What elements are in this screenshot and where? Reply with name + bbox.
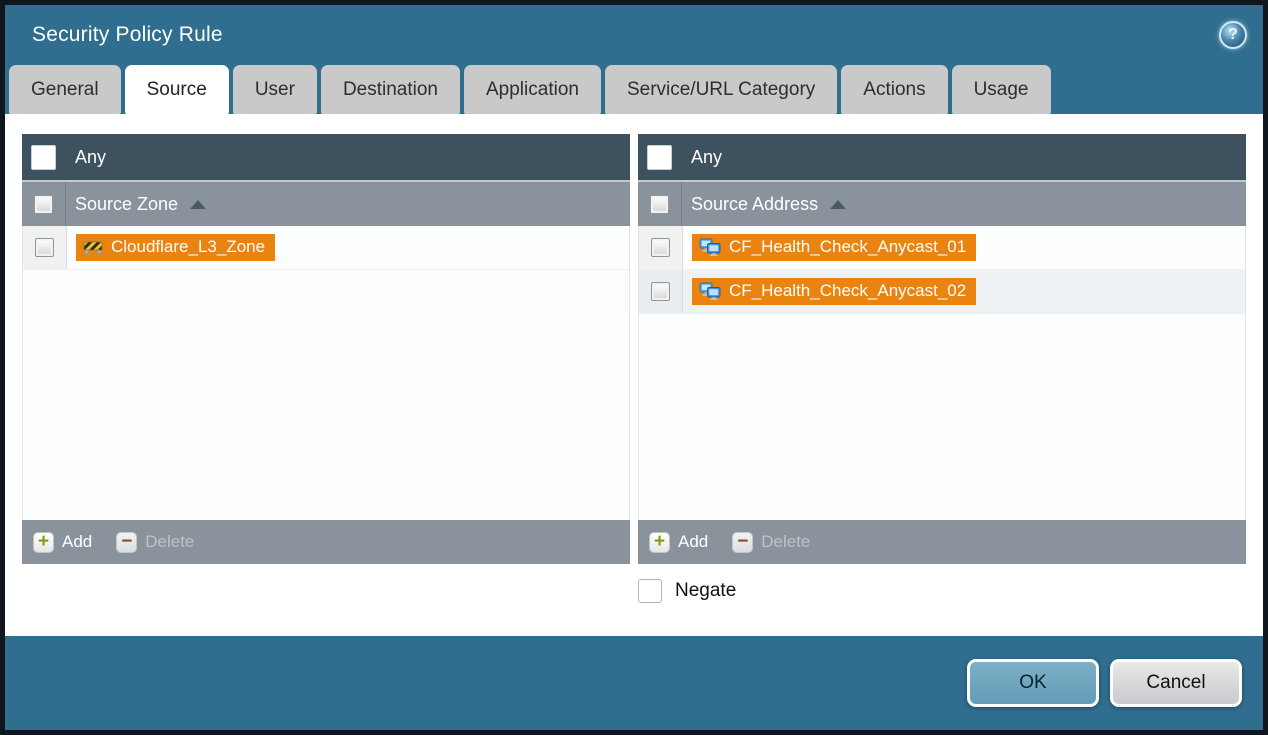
source-address-select-all-checkbox[interactable] bbox=[650, 195, 669, 214]
source-address-column-header: Source Address bbox=[638, 180, 1246, 226]
address-hosts-icon bbox=[699, 238, 721, 256]
table-row[interactable]: CF_Health_Check_Anycast_01 bbox=[639, 226, 1245, 270]
source-zone-column-header: Source Zone bbox=[22, 180, 630, 226]
delete-label: Delete bbox=[761, 532, 810, 552]
add-label: Add bbox=[62, 532, 92, 552]
delete-icon: − bbox=[732, 532, 753, 553]
tab-strip: General Source User Destination Applicat… bbox=[5, 65, 1263, 114]
source-address-column-title[interactable]: Source Address bbox=[691, 194, 818, 215]
delete-label: Delete bbox=[145, 532, 194, 552]
negate-strip: Negate bbox=[22, 579, 1246, 603]
row-checkbox-cell bbox=[639, 226, 683, 269]
panels: Any Source Zone bbox=[22, 134, 1246, 564]
source-address-select-all-cell bbox=[638, 182, 682, 226]
help-icon[interactable]: ? bbox=[1219, 21, 1247, 49]
row-checkbox-cell bbox=[23, 226, 67, 269]
negate-cell: Negate bbox=[638, 579, 1246, 603]
negate-spacer bbox=[22, 579, 630, 603]
sort-ascending-icon[interactable] bbox=[830, 200, 846, 209]
tab-general[interactable]: General bbox=[9, 65, 121, 114]
source-zone-column-title[interactable]: Source Zone bbox=[75, 194, 178, 215]
row-checkbox[interactable] bbox=[35, 238, 54, 257]
add-button[interactable]: + Add bbox=[33, 532, 92, 553]
source-address-any-row: Any bbox=[638, 134, 1246, 180]
selected-address-chip[interactable]: CF_Health_Check_Anycast_01 bbox=[692, 234, 976, 261]
tab-actions[interactable]: Actions bbox=[841, 65, 947, 114]
delete-icon: − bbox=[116, 532, 137, 553]
source-zone-panel: Any Source Zone bbox=[22, 134, 630, 564]
source-tab-content: Any Source Zone bbox=[5, 114, 1263, 636]
cancel-button[interactable]: Cancel bbox=[1110, 659, 1242, 707]
row-checkbox[interactable] bbox=[651, 238, 670, 257]
add-label: Add bbox=[678, 532, 708, 552]
negate-checkbox[interactable] bbox=[638, 579, 662, 603]
dialog-footer: OK Cancel bbox=[5, 636, 1263, 730]
page-title: Security Policy Rule bbox=[32, 23, 223, 47]
delete-button[interactable]: − Delete bbox=[732, 532, 810, 553]
ok-button[interactable]: OK bbox=[967, 659, 1099, 707]
tab-user[interactable]: User bbox=[233, 65, 317, 114]
source-zone-select-all-checkbox[interactable] bbox=[34, 195, 53, 214]
source-address-toolbar: + Add − Delete bbox=[638, 520, 1246, 564]
zone-name: Cloudflare_L3_Zone bbox=[111, 237, 265, 257]
tab-service-url-category[interactable]: Service/URL Category bbox=[605, 65, 837, 114]
row-checkbox-cell bbox=[639, 270, 683, 313]
source-address-rows: CF_Health_Check_Anycast_01 bbox=[638, 226, 1246, 520]
delete-button[interactable]: − Delete bbox=[116, 532, 194, 553]
address-name: CF_Health_Check_Anycast_02 bbox=[729, 281, 966, 301]
negate-label: Negate bbox=[675, 580, 736, 602]
add-icon: + bbox=[649, 532, 670, 553]
source-zone-rows: Cloudflare_L3_Zone bbox=[22, 226, 630, 520]
table-row[interactable]: CF_Health_Check_Anycast_02 bbox=[639, 270, 1245, 314]
source-zone-toolbar: + Add − Delete bbox=[22, 520, 630, 564]
dialog-titlebar: Security Policy Rule ? bbox=[5, 5, 1263, 65]
table-row[interactable]: Cloudflare_L3_Zone bbox=[23, 226, 629, 270]
add-button[interactable]: + Add bbox=[649, 532, 708, 553]
tab-application[interactable]: Application bbox=[464, 65, 601, 114]
source-address-any-checkbox[interactable] bbox=[647, 145, 672, 170]
tab-source[interactable]: Source bbox=[125, 65, 229, 114]
selected-address-chip[interactable]: CF_Health_Check_Anycast_02 bbox=[692, 278, 976, 305]
row-checkbox[interactable] bbox=[651, 282, 670, 301]
source-zone-any-row: Any bbox=[22, 134, 630, 180]
source-address-panel: Any Source Address bbox=[638, 134, 1246, 564]
selected-zone-chip[interactable]: Cloudflare_L3_Zone bbox=[76, 234, 275, 261]
source-address-any-label: Any bbox=[691, 147, 722, 168]
source-zone-any-label: Any bbox=[75, 147, 106, 168]
add-icon: + bbox=[33, 532, 54, 553]
address-name: CF_Health_Check_Anycast_01 bbox=[729, 237, 966, 257]
tab-destination[interactable]: Destination bbox=[321, 65, 460, 114]
source-zone-any-checkbox[interactable] bbox=[31, 145, 56, 170]
tab-usage[interactable]: Usage bbox=[952, 65, 1051, 114]
zone-barrier-icon bbox=[83, 239, 103, 255]
address-hosts-icon bbox=[699, 282, 721, 300]
source-zone-select-all-cell bbox=[22, 182, 66, 226]
security-policy-rule-dialog: Security Policy Rule ? General Source Us… bbox=[0, 0, 1268, 735]
sort-ascending-icon[interactable] bbox=[190, 200, 206, 209]
